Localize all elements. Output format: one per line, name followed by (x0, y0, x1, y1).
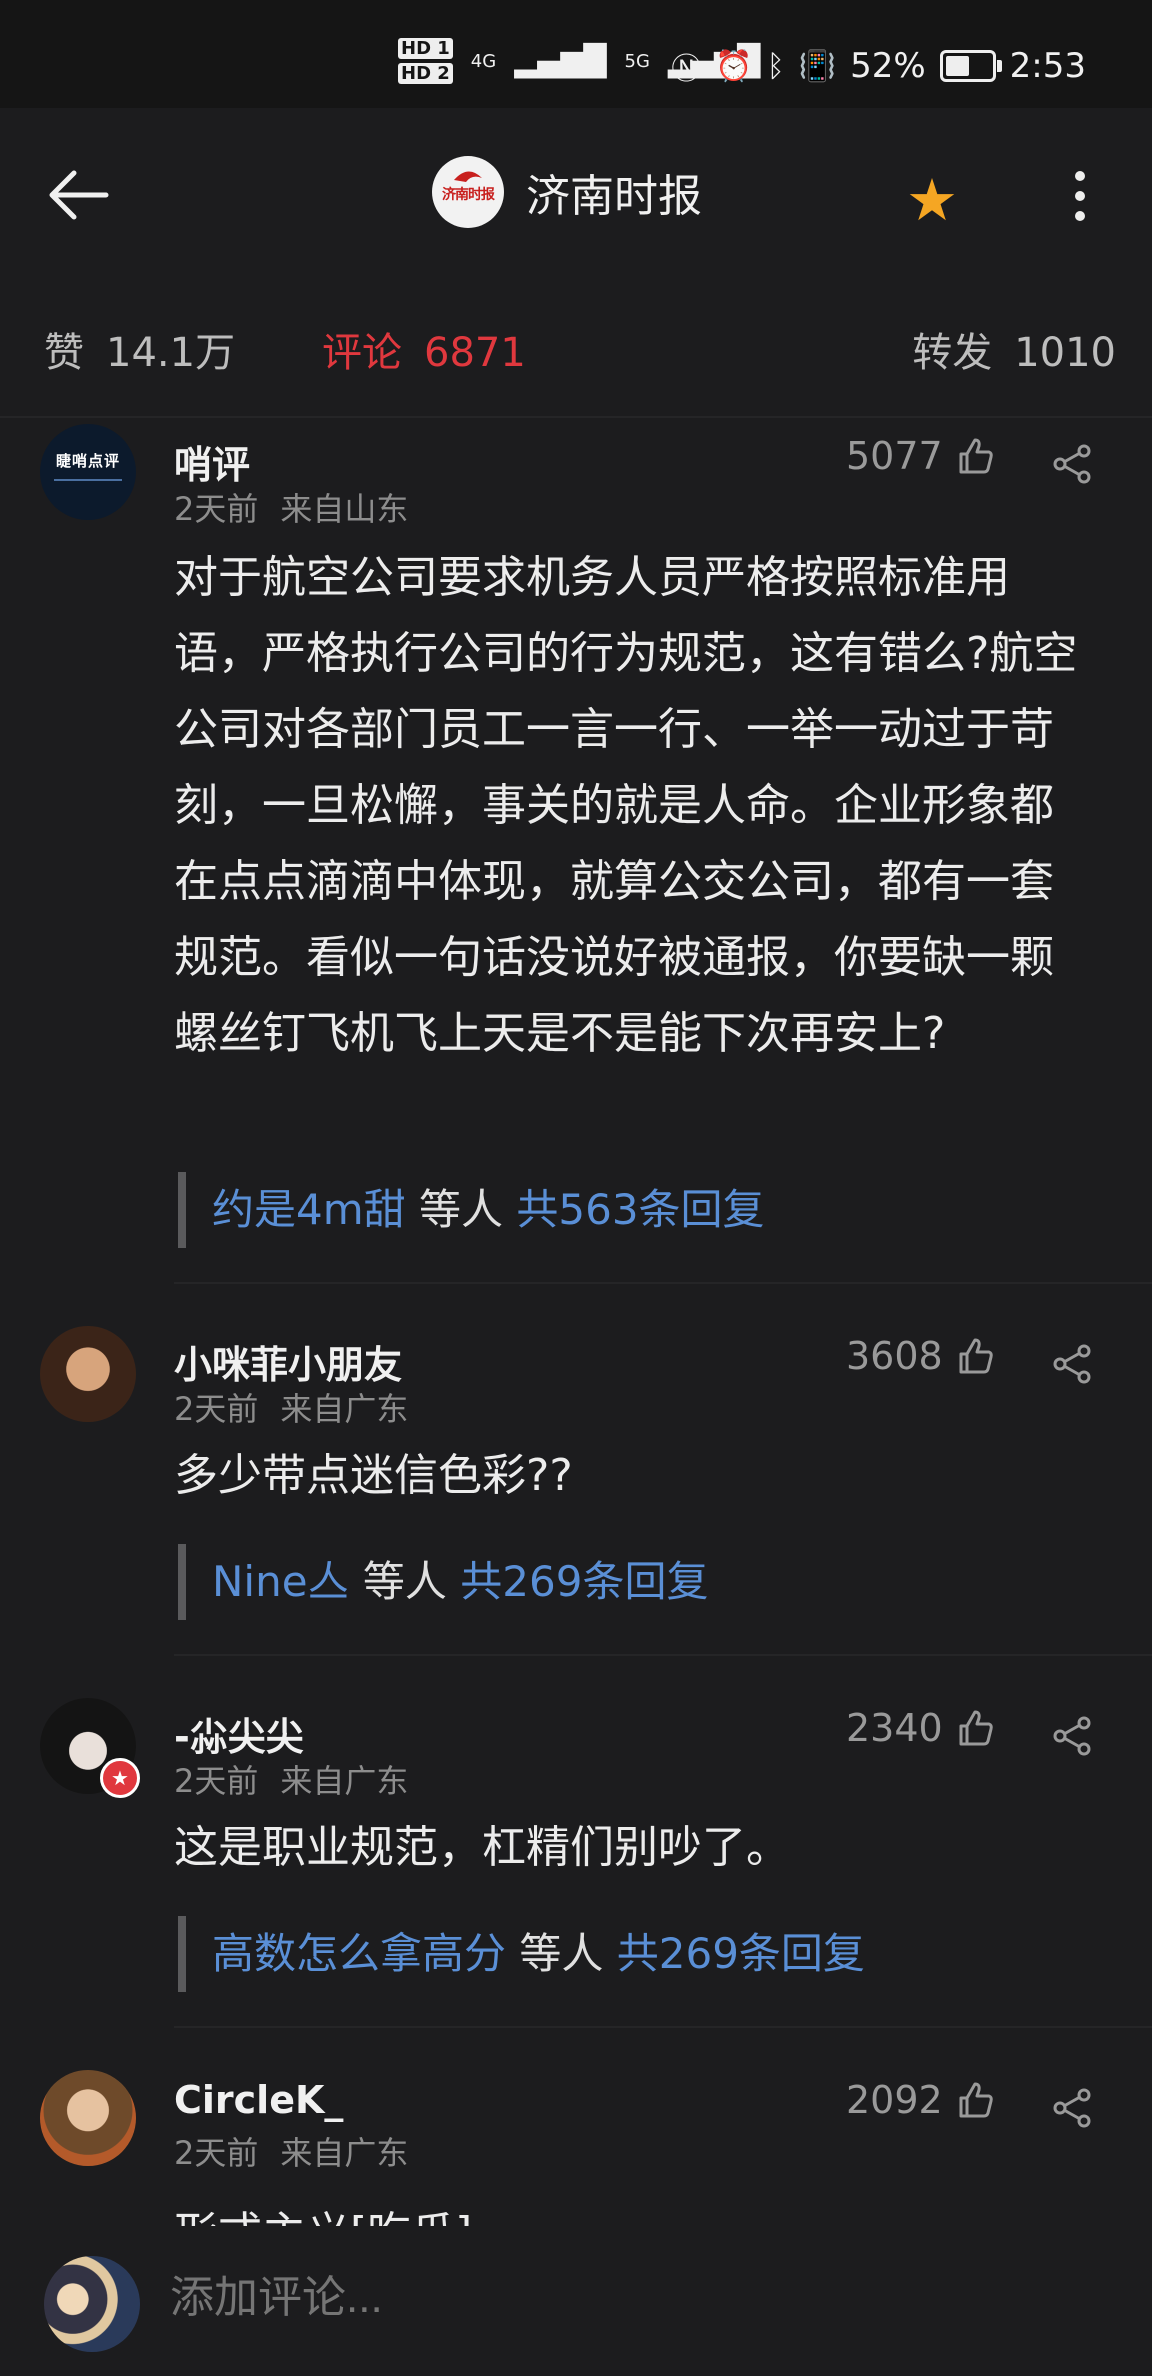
comment-location: 来自广东 (280, 1762, 409, 1800)
comment-item[interactable]: 小咪菲小朋友 2天前 来自广东 3608 多少带点迷信色彩?? Nine亼 等人 … (0, 1284, 1152, 1656)
reply-mid-text: 等人 (419, 1185, 504, 1234)
like-count: 2340 (846, 1706, 943, 1750)
comment-input-bar (0, 2226, 1152, 2376)
comment-text: 多少带点迷信色彩?? (174, 1450, 573, 1501)
comment-meta: 2天前 来自山东 (174, 484, 408, 530)
status-bar: HD 1 HD 2 4G ▂▄▆█ 5G ▂▄▆█ Ⓝ ⏰ ᛒ 📳 52% 2:… (0, 0, 1152, 108)
channel-logo: 济南时报 (432, 156, 504, 228)
signal-1-icon: ▂▄▆█ (514, 43, 607, 79)
share-button[interactable] (1050, 1714, 1094, 1758)
user-name[interactable]: 小咪菲小朋友 (174, 1334, 402, 1389)
avatar[interactable]: 睫哨点评 (40, 424, 136, 520)
comment-text: 对于航空公司要求机务人员严格按照标准用语，严格执行公司的行为规范，这有错么?航空… (174, 552, 1078, 1059)
back-button[interactable] (44, 160, 124, 240)
more-options-icon[interactable] (1060, 164, 1100, 234)
nfc-icon: Ⓝ (671, 52, 702, 87)
reposts-label: 转发 (912, 330, 993, 376)
alarm-icon: ⏰ (715, 48, 753, 84)
sim1-label: HD 1 (398, 38, 453, 59)
thumbs-up-icon (959, 1710, 993, 1746)
likes-stat[interactable]: 赞 14.1万 (44, 320, 235, 378)
comment-item[interactable]: ★ -尛尖尖 2天前 来自广东 2340 这是职业规范，杠精们别吵了。 高数怎么拿… (0, 1656, 1152, 2028)
comments-label: 评论 (322, 330, 402, 376)
reply-mid-text: 等人 (519, 1929, 604, 1978)
battery-icon (939, 50, 1002, 82)
likes-label: 赞 (44, 330, 84, 376)
share-icon (1053, 1716, 1091, 1756)
share-icon (1053, 1344, 1091, 1384)
avatar[interactable]: ★ (40, 1698, 140, 1798)
like-button[interactable]: 3608 (846, 1334, 995, 1378)
reply-count[interactable]: 共269条回复 (617, 1929, 865, 1978)
comment-time: 2天前 (174, 490, 259, 528)
reply-summary[interactable]: 高数怎么拿高分 等人 共269条回复 (178, 1916, 865, 1992)
avatar[interactable] (40, 2070, 136, 2166)
comment-meta: 2天前 来自广东 (174, 1756, 408, 1802)
channel-name: 济南时报 (526, 171, 702, 222)
comment-location: 来自广东 (280, 2134, 409, 2172)
like-count: 3608 (846, 1334, 943, 1378)
stats-bar: 赞 14.1万 评论 6871 转发 1010 (0, 300, 1152, 400)
comment-meta: 2天前 来自广东 (174, 1384, 408, 1430)
channel-header[interactable]: 济南时报 济南时报 (432, 156, 702, 228)
like-count: 5077 (846, 434, 943, 478)
reply-summary[interactable]: 约是4m甜 等人 共563条回复 (178, 1172, 765, 1248)
network-4g-label: 4G (470, 50, 497, 72)
comment-meta: 2天前 来自广东 (174, 2128, 408, 2174)
comment-input[interactable] (168, 2272, 1072, 2324)
reposts-value: 1010 (1014, 330, 1116, 376)
like-button[interactable]: 2092 (846, 2078, 995, 2122)
thumbs-up-icon (959, 1338, 993, 1374)
comment-location: 来自广东 (280, 1390, 409, 1428)
battery-percent: 52% (850, 46, 926, 86)
verified-badge-icon: ★ (100, 1758, 140, 1798)
vibrate-icon: 📳 (798, 48, 837, 84)
share-icon (1053, 444, 1091, 484)
reply-summary[interactable]: Nine亼 等人 共269条回复 (178, 1544, 708, 1620)
divider (0, 416, 1152, 418)
network-5g-label: 5G (624, 50, 650, 72)
reply-count[interactable]: 共269条回复 (460, 1557, 708, 1606)
share-button[interactable] (1050, 1342, 1094, 1386)
reply-user[interactable]: 高数怎么拿高分 (212, 1929, 506, 1978)
comment-text: 形式主义[吃瓜] (174, 2196, 1094, 2226)
share-button[interactable] (1050, 442, 1094, 486)
comment-time: 2天前 (174, 2134, 259, 2172)
my-avatar[interactable] (44, 2256, 140, 2352)
comments-value: 6871 (424, 330, 526, 376)
reply-count[interactable]: 共563条回复 (516, 1185, 764, 1234)
like-button[interactable]: 5077 (846, 434, 995, 478)
clock: 2:53 (1009, 46, 1086, 86)
share-icon (1053, 2088, 1091, 2128)
bluetooth-icon: ᛒ (766, 48, 785, 84)
thumbs-up-icon (959, 2082, 993, 2118)
reply-user[interactable]: 约是4m甜 (212, 1185, 406, 1234)
sim2-label: HD 2 (398, 63, 453, 84)
reply-user[interactable]: Nine亼 (212, 1557, 350, 1606)
comment-location: 来自山东 (280, 490, 409, 528)
nav-bar: 济南时报 济南时报 ★ (0, 108, 1152, 278)
user-name[interactable]: CircleK_ (174, 2078, 343, 2122)
reply-mid-text: 等人 (362, 1557, 447, 1606)
back-arrow-icon (49, 170, 109, 220)
reposts-stat[interactable]: 转发 1010 (912, 320, 1116, 378)
avatar[interactable] (40, 1326, 136, 1422)
thumbs-up-icon (959, 438, 993, 474)
user-name[interactable]: -尛尖尖 (174, 1706, 304, 1761)
logo-text: 济南时报 (442, 187, 495, 203)
comment-item[interactable]: CircleK_ 2天前来自广东 2092 形式主义[吃瓜] (0, 2028, 1152, 2226)
like-button[interactable]: 2340 (846, 1706, 995, 1750)
comment-item[interactable]: 睫哨点评 哨评 2天前 来自山东 5077 对于航空公司要求机务人员严格按照标准用… (0, 420, 1152, 1284)
favorite-star-icon[interactable]: ★ (906, 166, 958, 234)
comments-stat[interactable]: 评论 6871 (322, 320, 526, 378)
user-name[interactable]: 哨评 (174, 434, 250, 489)
share-button[interactable] (1050, 2086, 1094, 2130)
avatar-text: 睫哨点评 (55, 452, 120, 470)
comment-time: 2天前 (174, 1762, 259, 1800)
like-count: 2092 (846, 2078, 943, 2122)
comment-time: 2天前 (174, 1390, 259, 1428)
comment-text: 这是职业规范，杠精们别吵了。 (174, 1822, 790, 1873)
likes-value: 14.1万 (106, 330, 236, 376)
